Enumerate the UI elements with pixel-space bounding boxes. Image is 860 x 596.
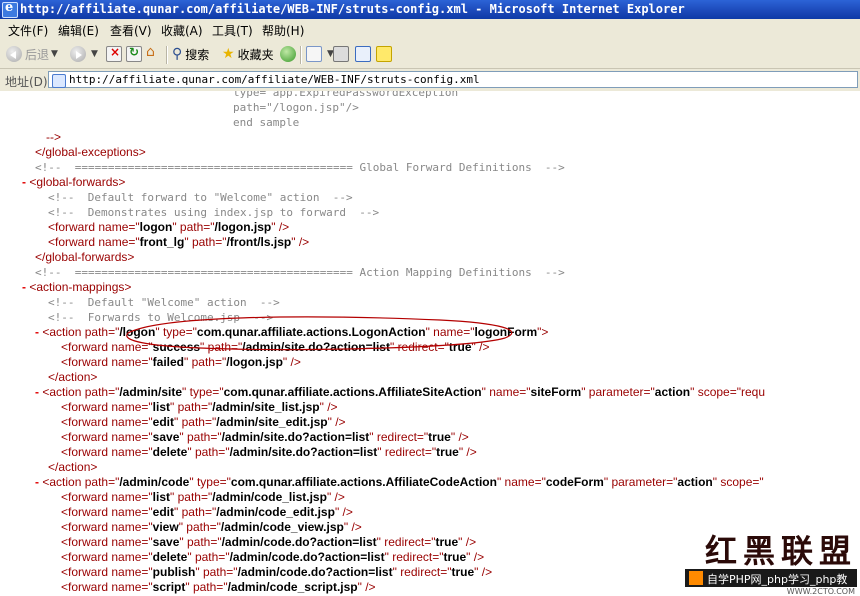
xml-element-line: <forward name="delete" path="/admin/code… xyxy=(61,550,485,564)
menu-view[interactable]: 查看(V) xyxy=(110,22,152,39)
xml-comment-line: type="app.ExpiredPasswordException" xyxy=(233,91,465,99)
favorites-label: 收藏夹 xyxy=(237,47,274,62)
xml-comment-line: <!-- Demonstrates using index.jsp to for… xyxy=(48,206,380,219)
media-button[interactable] xyxy=(280,44,299,64)
address-input[interactable]: http://affiliate.qunar.com/affiliate/WEB… xyxy=(48,71,858,88)
xml-comment-line: path="/logon.jsp"/> xyxy=(233,101,359,114)
forward-button[interactable]: ▼ xyxy=(70,44,98,64)
xml-element-line: <forward name="save" path="/admin/code.d… xyxy=(61,535,477,549)
xml-element-line: <forward name="failed" path="/logon.jsp"… xyxy=(61,355,301,369)
xml-comment-line: <!-- Default forward to "Welcome" action… xyxy=(48,191,353,204)
search-icon: ⚲ xyxy=(172,46,183,62)
xml-element-line: <forward name="front_lg" path="/front/ls… xyxy=(48,235,310,249)
back-button[interactable]: 后退 ▼ xyxy=(6,44,58,64)
note-icon xyxy=(376,46,392,62)
xml-comment-line: <!-- ===================================… xyxy=(35,266,565,279)
address-url: http://affiliate.qunar.com/affiliate/WEB… xyxy=(69,73,480,86)
back-label: 后退 xyxy=(25,47,50,62)
xml-element-line: - <action-mappings> xyxy=(22,280,132,294)
mail-icon xyxy=(306,46,322,62)
xml-element-line: </action> xyxy=(48,460,98,474)
back-arrow-icon xyxy=(6,46,22,62)
print-button[interactable] xyxy=(333,44,352,64)
menu-edit[interactable]: 编辑(E) xyxy=(58,22,99,39)
xml-document-view[interactable]: type="app.ExpiredPasswordException" path… xyxy=(0,91,860,594)
xml-element-line: </global-exceptions> xyxy=(35,145,146,159)
forward-arrow-icon xyxy=(70,46,86,62)
toolbar-divider xyxy=(166,46,168,64)
favorites-button[interactable]: ★ 收藏夹 xyxy=(222,44,274,64)
chevron-down-icon: ▼ xyxy=(91,49,98,59)
print-icon xyxy=(333,46,349,62)
xml-element-line: <forward name="script" path="/admin/code… xyxy=(61,580,376,594)
xml-element-line: <forward name="logon" path="/logon.jsp" … xyxy=(48,220,290,234)
toolbar: 后退 ▼ ▼ × ↻ ⌂ ⚲ 搜索 ★ 收藏夹 ▼ xyxy=(0,40,860,69)
collapse-toggle[interactable]: - xyxy=(35,475,39,489)
xml-element-line: <forward name="success" path="/admin/sit… xyxy=(61,340,490,354)
xml-element-line: - <action path="/admin/code" type="com.q… xyxy=(35,475,764,489)
toolbar-divider xyxy=(300,46,302,64)
collapse-toggle[interactable]: - xyxy=(22,175,26,189)
xml-element-line: <forward name="edit" path="/admin/site_e… xyxy=(61,415,346,429)
refresh-button[interactable]: ↻ xyxy=(126,44,145,64)
collapse-toggle[interactable]: - xyxy=(22,280,26,294)
stop-icon: × xyxy=(106,45,122,62)
mail-button[interactable]: ▼ xyxy=(306,44,334,64)
collapse-toggle[interactable]: - xyxy=(35,385,39,399)
window-titlebar: http://affiliate.qunar.com/affiliate/WEB… xyxy=(0,0,860,19)
edit-icon xyxy=(355,46,371,62)
menu-help[interactable]: 帮助(H) xyxy=(262,22,304,39)
search-button[interactable]: ⚲ 搜索 xyxy=(172,44,209,64)
xml-comment-line: <!-- Default "Welcome" action --> xyxy=(48,296,280,309)
xml-element-line: - <global-forwards> xyxy=(22,175,126,189)
xml-comment-line: --> xyxy=(46,130,61,144)
xml-element-line: <forward name="list" path="/admin/site_l… xyxy=(61,400,338,414)
xml-element-line: </global-forwards> xyxy=(35,250,135,264)
address-bar: 地址(D) http://affiliate.qunar.com/affilia… xyxy=(0,69,860,92)
window-title: http://affiliate.qunar.com/affiliate/WEB… xyxy=(20,2,685,16)
watermark-banner: 自学PHP网_php学习_php教 xyxy=(685,569,857,587)
edit-button[interactable] xyxy=(355,44,374,64)
star-icon: ★ xyxy=(222,46,235,62)
media-icon xyxy=(280,46,296,62)
xml-element-line: </action> xyxy=(48,370,98,384)
chevron-down-icon: ▼ xyxy=(51,49,58,59)
xml-comment-line: <!-- Forwards to Welcome.jsp --> xyxy=(48,311,274,324)
watermark-url: WWW.2CTO.COM xyxy=(786,587,855,596)
home-button[interactable]: ⌂ xyxy=(146,44,165,64)
ie-icon xyxy=(2,0,18,18)
watermark-logo: 红黑联盟 xyxy=(704,532,857,570)
xml-element-line: - <action path="/logon" type="com.qunar.… xyxy=(35,325,549,339)
menu-tools[interactable]: 工具(T) xyxy=(212,22,253,39)
xml-element-line: - <action path="/admin/site" type="com.q… xyxy=(35,385,766,399)
xml-element-line: <forward name="save" path="/admin/site.d… xyxy=(61,430,469,444)
menu-favorites[interactable]: 收藏(A) xyxy=(161,22,203,39)
home-icon: ⌂ xyxy=(146,44,155,60)
xml-element-line: <forward name="edit" path="/admin/code_e… xyxy=(61,505,353,519)
xml-comment-line: <!-- ===================================… xyxy=(35,161,565,174)
xml-element-line: <forward name="list" path="/admin/code_l… xyxy=(61,490,345,504)
address-label: 地址(D) xyxy=(5,75,48,89)
xml-comment-line: end sample xyxy=(233,116,300,129)
menu-bar: 文件(F) 编辑(E) 查看(V) 收藏(A) 工具(T) 帮助(H) xyxy=(0,19,860,41)
watermark-badge-icon xyxy=(689,571,703,585)
xml-element-line: <forward name="delete" path="/admin/site… xyxy=(61,445,477,459)
collapse-toggle[interactable]: - xyxy=(35,325,39,339)
stop-button[interactable]: × xyxy=(106,44,125,64)
watermark-text: 自学PHP网_php学习_php教 xyxy=(707,573,848,586)
search-label: 搜索 xyxy=(185,47,210,62)
discuss-button[interactable] xyxy=(376,44,395,64)
xml-element-line: <forward name="view" path="/admin/code_v… xyxy=(61,520,362,534)
xml-element-line: <forward name="publish" path="/admin/cod… xyxy=(61,565,493,579)
page-icon xyxy=(52,74,66,88)
refresh-icon: ↻ xyxy=(126,45,142,62)
site-watermark: 红黑联盟 自学PHP网_php学习_php教 WWW.2CTO.COM xyxy=(657,526,857,596)
menu-file[interactable]: 文件(F) xyxy=(8,22,48,39)
